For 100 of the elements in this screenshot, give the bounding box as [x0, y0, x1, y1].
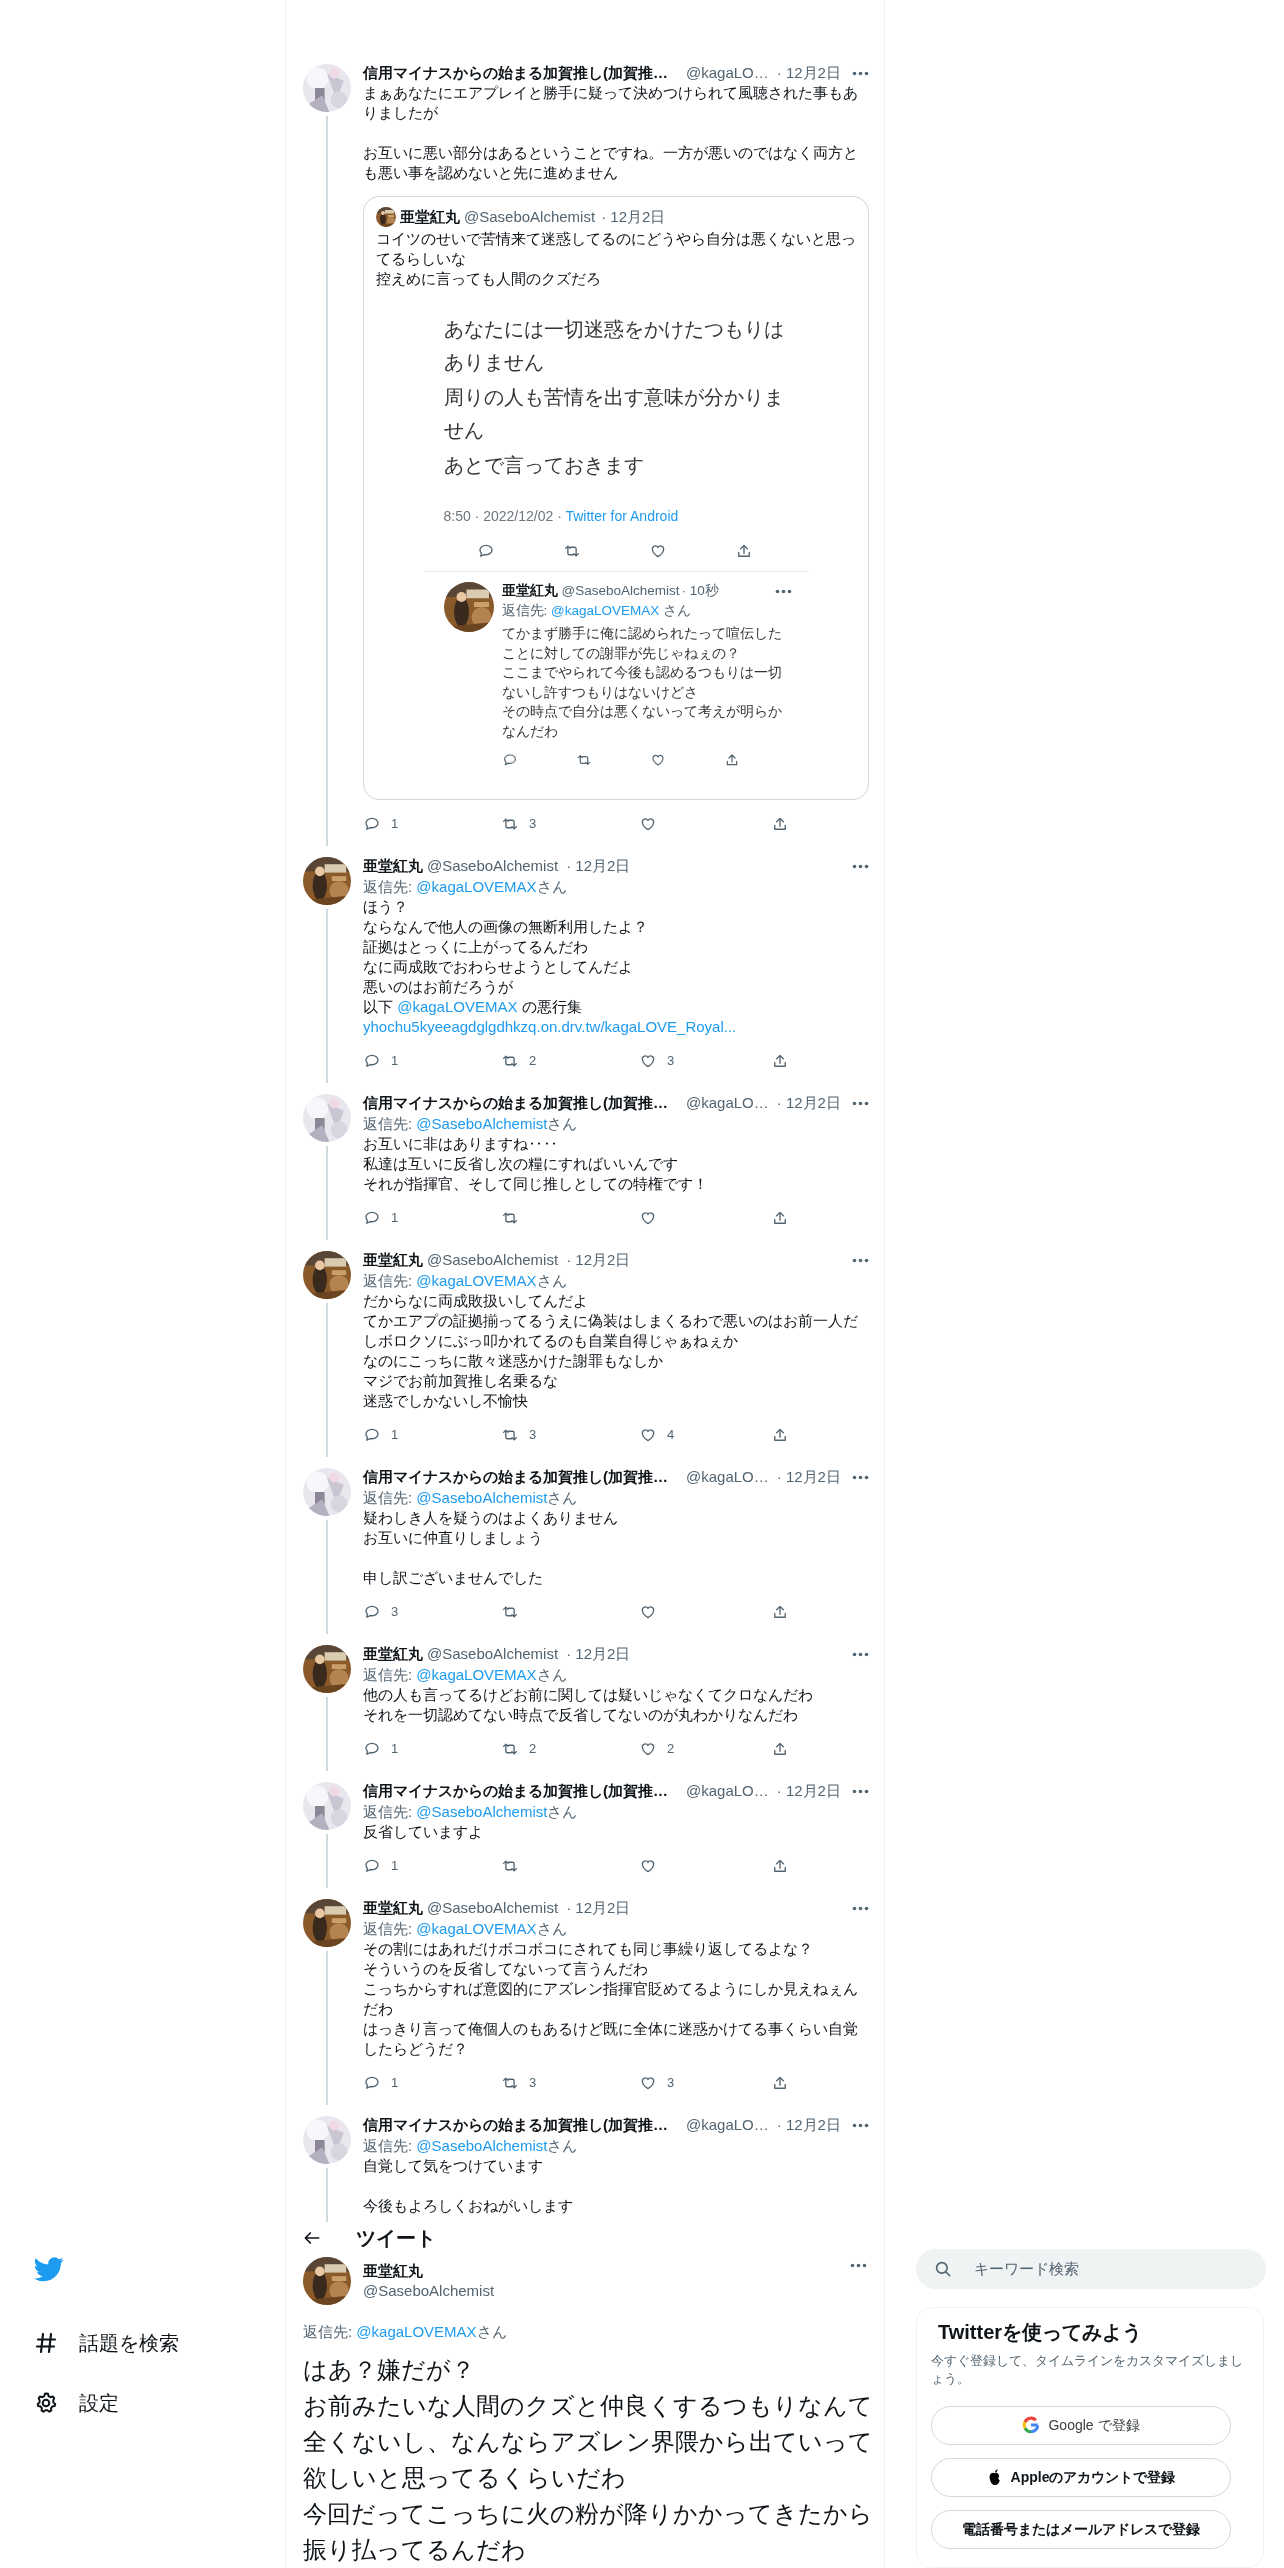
author-handle[interactable]: @SaseboAlchemist [561, 580, 680, 602]
count-text: 1 [391, 1857, 399, 1876]
like-icon[interactable] [639, 1209, 657, 1227]
tweet-date[interactable]: · 12月2日 [776, 1091, 841, 1115]
reply-to-text: 返信先: @kagaLOVEMAXさん [363, 1665, 568, 1685]
count-text: 2 [529, 1052, 537, 1071]
author-name[interactable]: 亜堂紅丸 [363, 1248, 423, 1272]
author-handle[interactable]: @kagaLO… [686, 1091, 769, 1115]
like-icon[interactable] [639, 1857, 657, 1875]
share-icon[interactable] [771, 1603, 789, 1621]
tweet-date[interactable]: · 12月2日 [776, 1465, 841, 1489]
author-name[interactable]: 亜堂紅丸 [363, 2261, 495, 2281]
share-icon[interactable] [771, 1426, 789, 1444]
retweet-icon[interactable] [575, 752, 592, 768]
search-field[interactable]: キーワード検索 [916, 2249, 1266, 2289]
reply-icon[interactable] [363, 1603, 381, 1621]
search-input[interactable]: キーワード検索 [974, 2257, 1248, 2281]
author-handle[interactable]: @SaseboAlchemist [427, 1642, 559, 1666]
more-icon[interactable] [852, 1651, 869, 1657]
author-name[interactable]: 亜堂紅丸 [501, 580, 558, 602]
reply-to-text: 返信先: @SaseboAlchemistさん [363, 2136, 579, 2156]
sidebar-item[interactable]: 話題を検索 [34, 2326, 285, 2360]
tweet-text: 今後もよろしくおねがいします [363, 2196, 574, 2216]
count-text: 1 [391, 1740, 399, 1759]
reply-icon[interactable] [363, 815, 381, 833]
author-name[interactable]: 信用マイナスからの始まる加賀推し(加賀推… [363, 1091, 668, 1115]
signup-button[interactable]: Appleのアカウントで登録 [931, 2457, 1231, 2497]
author-handle[interactable]: @kagaLO… [686, 1465, 769, 1489]
reply-icon[interactable] [363, 1426, 381, 1444]
tweet-text: 私達は互いに反省し次の糧にすればいいんです [363, 1154, 679, 1174]
bird-logo-icon[interactable] [34, 2257, 64, 2282]
more-icon[interactable] [852, 1788, 869, 1794]
author-name[interactable]: 信用マイナスからの始まる加賀推し(加賀推… [363, 1779, 668, 1803]
share-icon[interactable] [771, 2074, 789, 2092]
author-name[interactable]: 信用マイナスからの始まる加賀推し(加賀推… [363, 1465, 668, 1489]
like-icon[interactable] [639, 815, 657, 833]
share-icon[interactable] [771, 1209, 789, 1227]
author-handle[interactable]: @SaseboAlchemist [427, 854, 559, 878]
reply-icon[interactable] [501, 752, 518, 768]
more-icon[interactable] [852, 1100, 869, 1106]
more-icon[interactable] [852, 70, 869, 76]
reply-icon[interactable] [363, 1857, 381, 1875]
author-name[interactable]: 亜堂紅丸 [363, 1896, 423, 1920]
tweet-date[interactable]: · 12月2日 [566, 1248, 631, 1272]
tweet-text: それを一切認めてない時点で反省してないのが丸わかりなんだわ [363, 1705, 799, 1725]
sidebar-item[interactable]: 設定 [34, 2386, 285, 2420]
author-name[interactable]: 亜堂紅丸 [363, 1642, 423, 1666]
share-icon[interactable] [771, 1052, 789, 1070]
like-icon[interactable] [639, 1052, 657, 1070]
reply-icon[interactable] [476, 542, 495, 560]
reply-icon[interactable] [363, 1052, 381, 1070]
tweet-text: 他の人も言ってるけどお前に関しては疑いじゃなくてクロなんだわ [363, 1685, 814, 1705]
settings-icon[interactable] [34, 2391, 58, 2415]
like-icon[interactable] [639, 1740, 657, 1758]
reply-icon[interactable] [363, 2074, 381, 2092]
author-handle[interactable]: @SaseboAlchemist [464, 205, 596, 229]
author-handle[interactable]: @kagaLO… [686, 2113, 769, 2137]
tweet-date[interactable]: · 12月2日 [566, 854, 631, 878]
like-icon[interactable] [639, 1603, 657, 1621]
author-handle[interactable]: @kagaLO… [686, 1779, 769, 1803]
tweet-text: こっちからすれば意図的にアズレン指揮官貶めてるようにしか見えねぇんだわ [363, 1979, 859, 2019]
tweet-text: マジでお前加賀推し名乗るな [363, 1371, 559, 1391]
share-icon[interactable] [771, 1740, 789, 1758]
tweet-date[interactable]: · 12月2日 [776, 61, 841, 85]
tweet-date[interactable]: · 10秒 [681, 580, 719, 602]
more-icon[interactable] [852, 863, 869, 869]
author-name[interactable]: 信用マイナスからの始まる加賀推し(加賀推… [363, 61, 668, 85]
count-text: 2 [667, 1740, 675, 1759]
share-icon[interactable] [771, 1857, 789, 1875]
author-handle[interactable]: @SaseboAlchemist [427, 1248, 559, 1272]
like-icon[interactable] [649, 752, 666, 768]
signup-button[interactable]: Google で登録 [931, 2405, 1231, 2445]
tweet-date[interactable]: · 12月2日 [601, 205, 666, 229]
hashtag-icon[interactable] [34, 2331, 58, 2355]
signup-button[interactable]: 電話番号またはメールアドレスで登録 [931, 2509, 1231, 2549]
tweet-date[interactable]: · 12月2日 [776, 2113, 841, 2137]
more-icon[interactable] [850, 2263, 867, 2268]
quote-card[interactable] [363, 196, 869, 800]
more-icon[interactable] [774, 588, 792, 594]
tweet-date[interactable]: · 12月2日 [566, 1642, 631, 1666]
like-icon[interactable] [639, 1426, 657, 1444]
tweet-text: 証拠はとっくに上がってるんだわ [363, 937, 589, 957]
author-handle[interactable]: @kagaLO… [686, 61, 769, 85]
more-icon[interactable] [852, 1474, 869, 1480]
author-handle[interactable]: @SaseboAlchemist [363, 2281, 495, 2301]
author-name[interactable]: 亜堂紅丸 [400, 205, 460, 229]
like-icon[interactable] [639, 2074, 657, 2092]
more-icon[interactable] [852, 1905, 869, 1911]
count-text: 3 [529, 815, 537, 834]
reply-icon[interactable] [363, 1740, 381, 1758]
author-name[interactable]: 信用マイナスからの始まる加賀推し(加賀推… [363, 2113, 668, 2137]
reply-icon[interactable] [363, 1209, 381, 1227]
more-icon[interactable] [852, 2122, 869, 2128]
tweet-date[interactable]: · 12月2日 [566, 1896, 631, 1920]
author-name[interactable]: 亜堂紅丸 [363, 854, 423, 878]
author-handle[interactable]: @SaseboAlchemist [427, 1896, 559, 1920]
share-icon[interactable] [771, 815, 789, 833]
tweet-text: てかまず勝手に俺に認められたって喧伝したことに対しての謝罪が先じゃねぇの？ [501, 625, 783, 663]
more-icon[interactable] [852, 1257, 869, 1263]
tweet-date[interactable]: · 12月2日 [776, 1779, 841, 1803]
